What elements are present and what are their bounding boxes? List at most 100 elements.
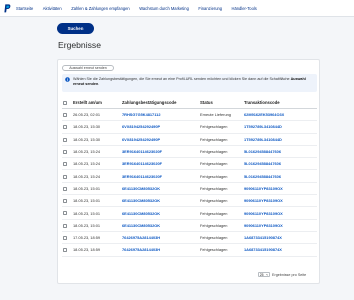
row-checkbox[interactable]: [63, 199, 67, 204]
transaction-code-link[interactable]: 90906110YP83109OX: [244, 206, 317, 220]
confirmation-code-link[interactable]: 76426975A2814403H: [122, 231, 200, 245]
created-cell: 18.05.23, 15:30: [73, 120, 122, 134]
status-cell: Fehlgeschlagen: [200, 120, 244, 134]
table-row: 18.05.23, 15:30 6VX8194254292490P Fehlgesc…: [62, 133, 317, 146]
row-checkbox-cell: [62, 120, 73, 134]
row-checkbox[interactable]: [63, 248, 67, 253]
confirmation-code-link[interactable]: 6E41130CM80532OK: [122, 182, 200, 196]
row-checkbox[interactable]: [63, 150, 67, 154]
per-page-value: 25: [259, 272, 264, 277]
header-status[interactable]: Status: [200, 97, 244, 109]
table-row: 18.05.23, 15:24 3ER91640114623020F Fehlges…: [62, 169, 317, 183]
row-checkbox-cell: [62, 157, 73, 171]
table-row: 18.05.23, 15:01 6E41130CM80532OK Fehlgesch…: [62, 194, 317, 208]
created-cell: 18.05.23, 18:59: [73, 243, 122, 257]
transaction-code-link[interactable]: 62M9162EK53964O3X: [244, 108, 317, 122]
transaction-code-link[interactable]: 90906110YP83109OX: [244, 219, 317, 232]
created-cell: 18.05.23, 15:24: [73, 169, 122, 183]
confirmation-code-link[interactable]: 6E41130CM80532OK: [122, 206, 200, 220]
confirmation-code-link[interactable]: 6E41130CM80532OK: [122, 194, 200, 208]
transaction-code-link[interactable]: 1T592789L3410844D: [244, 120, 317, 134]
transaction-code-link[interactable]: 1A68733415190874X: [244, 243, 317, 257]
nav-item-haendler-tools[interactable]: Händler-Tools: [232, 6, 257, 11]
row-checkbox-cell: [62, 145, 73, 159]
status-cell: Fehlgeschlagen: [200, 145, 244, 159]
row-checkbox[interactable]: [63, 113, 67, 118]
row-checkbox[interactable]: [63, 137, 67, 142]
confirmation-code-link[interactable]: 3ER91640114623020F: [122, 157, 200, 171]
status-cell: Fehlgeschlagen: [200, 206, 244, 220]
transaction-code-link[interactable]: 5L016294588447606: [244, 157, 317, 171]
created-cell: 18.05.23, 15:01: [73, 219, 122, 232]
row-checkbox-cell: [62, 182, 73, 196]
table-row: 18.05.23, 15:24 3ER91640114623020F Fehlges…: [62, 157, 317, 171]
results-card: Auswahl erneut senden Wählen Sie die Zah…: [57, 59, 320, 284]
transaction-code-link[interactable]: 1T592789L3410844D: [244, 133, 317, 146]
transaction-code-link[interactable]: 5L016294588447606: [244, 169, 317, 183]
resend-selection-button[interactable]: Auswahl erneut senden: [62, 65, 114, 71]
row-checkbox-cell: [62, 108, 73, 122]
row-checkbox[interactable]: [63, 186, 67, 191]
chevron-down-icon: [265, 273, 269, 277]
nav-item-zahlen[interactable]: Zahlen & Zahlungen empfangen: [71, 6, 130, 11]
row-checkbox[interactable]: [63, 174, 67, 179]
created-cell: 18.05.23, 15:01: [73, 206, 122, 220]
nav-item-finanzierung[interactable]: Finanzierung: [198, 6, 222, 11]
info-text: Wählen Sie die Zahlungsbestätigungen, di…: [73, 77, 317, 87]
header-created[interactable]: Erstellt am/um: [73, 97, 122, 109]
transaction-code-link[interactable]: 90906110YP83109OX: [244, 182, 317, 196]
created-cell: 18.05.23, 15:24: [73, 145, 122, 159]
row-checkbox-cell: [62, 219, 73, 232]
table-row: 18.05.23, 15:01 6E41130CM80532OK Fehlgesch…: [62, 206, 317, 220]
info-text-part: Wählen Sie die Zahlungsbestätigungen, di…: [73, 76, 291, 81]
created-cell: 17.05.23, 18:59: [73, 231, 122, 245]
row-checkbox-cell: [62, 206, 73, 220]
confirmation-code-link[interactable]: 6E41130CM80532OK: [122, 219, 200, 232]
confirmation-code-link[interactable]: 6VX8194254292490P: [122, 133, 200, 146]
table-row: 18.05.23, 15:01 6E41130CM80532OK Fehlgesch…: [62, 182, 317, 196]
status-cell: Fehlgeschlagen: [200, 194, 244, 208]
row-checkbox-cell: [62, 169, 73, 183]
status-cell: Fehlgeschlagen: [200, 169, 244, 183]
table-row: 18.05.23, 18:59 76426975A2814403H Fehlgesc…: [62, 243, 317, 257]
search-button[interactable]: Suchen: [57, 23, 94, 34]
table-header-row: Erstellt am/um Zahlungsbestätigungscode …: [62, 97, 317, 109]
paypal-logo-icon[interactable]: [4, 3, 11, 13]
nav-item-marketing[interactable]: Wachstum durch Marketing: [139, 6, 189, 11]
table-row: 18.05.23, 15:24 3ER91640114623020F Fehlges…: [62, 145, 317, 159]
confirmation-code-link[interactable]: 7RHSG7G5K4817112: [122, 108, 200, 122]
select-all-checkbox[interactable]: [63, 100, 67, 105]
status-cell: Fehlgeschlagen: [200, 243, 244, 257]
status-cell: Erneute Lieferung: [200, 108, 244, 122]
nav-item-startseite[interactable]: Startseite: [16, 6, 33, 11]
row-checkbox[interactable]: [63, 125, 67, 130]
confirmation-code-link[interactable]: 6VX8194254292490P: [122, 120, 200, 134]
row-checkbox[interactable]: [63, 236, 67, 241]
nav-item-aktivitaeten[interactable]: Aktivitäten: [43, 6, 62, 11]
transaction-code-link[interactable]: 1A68733415190874X: [244, 231, 317, 245]
transaction-code-link[interactable]: 5L016294588447606: [244, 145, 317, 159]
table-row: 18.05.23, 15:01 6E41130CM80532OK Fehlgesch…: [62, 219, 317, 232]
transaction-code-link[interactable]: 90906110YP83109OX: [244, 194, 317, 208]
created-cell: 18.05.23, 15:30: [73, 133, 122, 146]
row-checkbox[interactable]: [63, 162, 67, 167]
status-cell: Fehlgeschlagen: [200, 133, 244, 146]
page-title: Ergebnisse: [58, 40, 101, 50]
info-banner: Wählen Sie die Zahlungsbestätigungen, di…: [62, 74, 317, 92]
header-confirmation-code[interactable]: Zahlungsbestätigungscode: [122, 97, 200, 109]
row-checkbox[interactable]: [63, 223, 67, 228]
row-checkbox-cell: [62, 194, 73, 208]
per-page-select[interactable]: 25: [258, 272, 270, 277]
info-icon: [65, 77, 70, 82]
confirmation-code-link[interactable]: 3ER91640114623020F: [122, 169, 200, 183]
table-row: 17.05.23, 18:59 76426975A2814403H Fehlgesc…: [62, 231, 317, 245]
row-checkbox[interactable]: [63, 211, 67, 216]
status-cell: Fehlgeschlagen: [200, 219, 244, 232]
results-table: Erstellt am/um Zahlungsbestätigungscode …: [62, 97, 317, 257]
top-navigation: Startseite Aktivitäten Zahlen & Zahlunge…: [0, 0, 354, 17]
info-text-end: .: [98, 81, 100, 86]
confirmation-code-link[interactable]: 76426975A2814403H: [122, 243, 200, 257]
header-transaction-code[interactable]: Transaktionscode: [244, 97, 317, 109]
status-cell: Fehlgeschlagen: [200, 231, 244, 245]
confirmation-code-link[interactable]: 3ER91640114623020F: [122, 145, 200, 159]
